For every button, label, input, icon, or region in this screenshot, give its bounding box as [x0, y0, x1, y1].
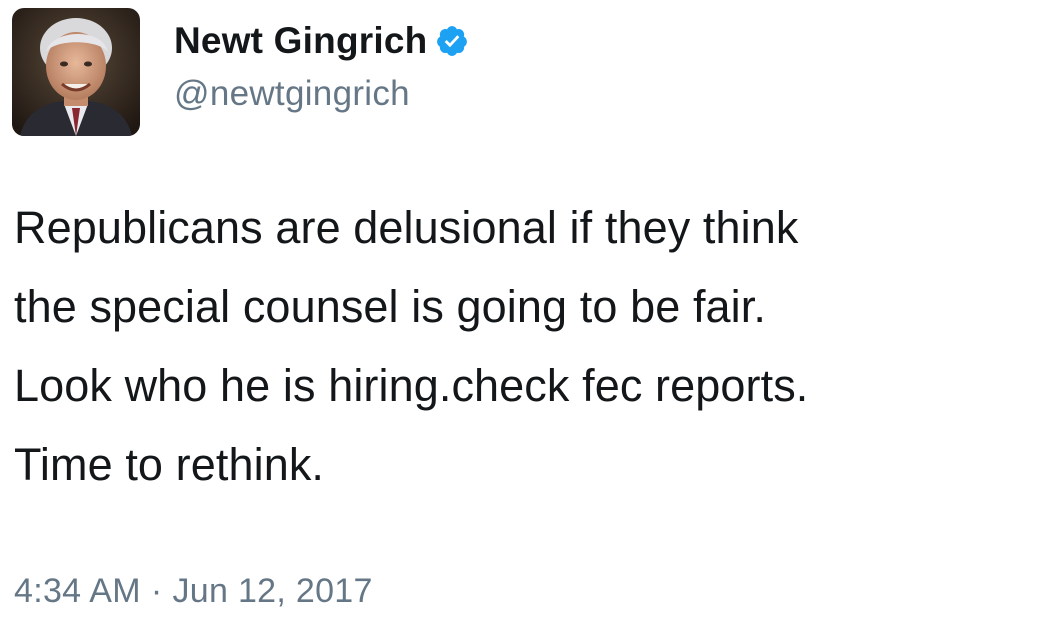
tweet-text-line: Look who he is hiring.check fec reports.: [14, 360, 809, 411]
tweet-time: 4:34 AM: [14, 572, 141, 610]
author-display-name[interactable]: Newt Gingrich: [174, 20, 427, 62]
tweet-text-line: the special counsel is going to be fair.: [14, 281, 766, 332]
author-avatar[interactable]: [12, 8, 140, 136]
tweet-card: Newt Gingrich @newtgingrich Republicans …: [0, 0, 1047, 626]
tweet-text-line: Time to rethink.: [14, 439, 325, 490]
tweet-header: Newt Gingrich @newtgingrich: [12, 8, 469, 144]
tweet-date: Jun 12, 2017: [172, 572, 373, 610]
name-row: Newt Gingrich: [174, 14, 469, 68]
tweet-timestamp[interactable]: 4:34 AM · Jun 12, 2017: [14, 572, 373, 611]
tweet-text-line: Republicans are delusional if they think: [14, 202, 799, 253]
avatar-photo-icon: [12, 8, 140, 136]
author-names[interactable]: Newt Gingrich @newtgingrich: [174, 8, 469, 114]
verified-badge-icon: [435, 24, 469, 58]
author-handle[interactable]: @newtgingrich: [174, 74, 469, 114]
timestamp-separator: ·: [150, 572, 163, 610]
tweet-text: Republicans are delusional if they think…: [14, 188, 1034, 504]
